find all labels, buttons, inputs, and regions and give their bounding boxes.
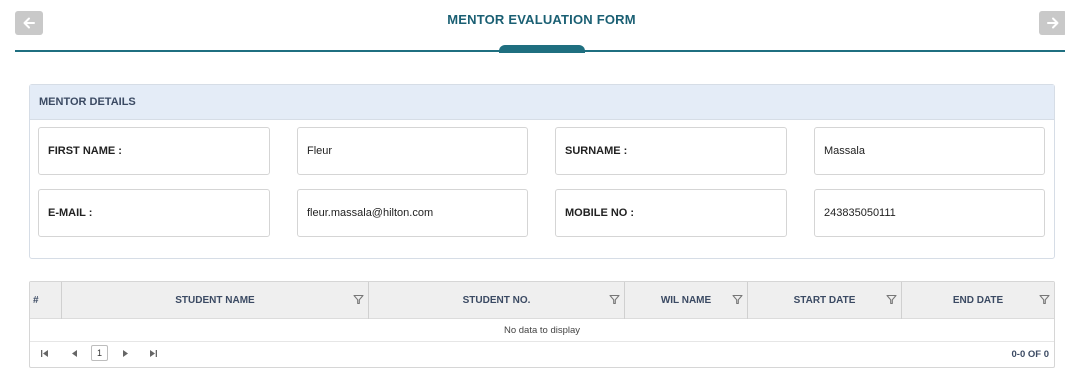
surname-label-box: SURNAME : [555, 127, 787, 175]
filter-icon[interactable] [1039, 294, 1050, 305]
column-header-student-no-label: STUDENT NO. [462, 295, 531, 306]
column-header-index[interactable]: # [30, 282, 62, 319]
pager: 1 0-0 OF 0 [30, 343, 1054, 367]
header-tab-indicator [499, 45, 585, 53]
filter-icon[interactable] [353, 294, 364, 305]
email-label-box: E-MAIL : [38, 189, 270, 237]
column-header-end-date-label: END DATE [952, 295, 1004, 306]
grid-header: # STUDENT NAME STUDENT NO. WIL NAME STAR… [30, 282, 1054, 319]
mobile-field[interactable]: 243835050111 [814, 189, 1045, 237]
next-button[interactable] [1039, 11, 1065, 35]
surname-label: SURNAME : [565, 145, 628, 157]
column-header-start-date-label: START DATE [793, 295, 856, 306]
surname-field[interactable]: Massala [814, 127, 1045, 175]
first-name-field[interactable]: Fleur [297, 127, 528, 175]
first-name-value: Fleur [307, 145, 333, 157]
column-header-index-label: # [33, 295, 39, 306]
email-field[interactable]: fleur.massala@hilton.com [297, 189, 528, 237]
filter-icon[interactable] [732, 294, 743, 305]
column-header-wil-name[interactable]: WIL NAME [625, 282, 748, 319]
next-page-icon[interactable] [121, 349, 130, 358]
surname-value: Massala [824, 145, 865, 157]
page-number-button[interactable]: 1 [91, 345, 108, 361]
column-header-start-date[interactable]: START DATE [748, 282, 902, 319]
first-name-label-box: FIRST NAME : [38, 127, 270, 175]
empty-state-text: No data to display [30, 319, 1054, 342]
mobile-label: MOBILE NO : [565, 207, 635, 219]
email-value: fleur.massala@hilton.com [307, 207, 434, 219]
last-page-icon[interactable] [149, 349, 158, 358]
previous-page-icon[interactable] [70, 349, 79, 358]
column-header-student-name-label: STUDENT NAME [175, 295, 255, 306]
email-label: E-MAIL : [48, 207, 93, 219]
mentor-details-title: MENTOR DETAILS [30, 85, 1054, 120]
first-name-label: FIRST NAME : [48, 145, 122, 157]
first-page-icon[interactable] [40, 349, 49, 358]
students-grid: # STUDENT NAME STUDENT NO. WIL NAME STAR… [29, 281, 1055, 368]
page-info: 0-0 OF 0 [1011, 349, 1050, 360]
mobile-value: 243835050111 [824, 207, 896, 219]
filter-icon[interactable] [609, 294, 620, 305]
column-header-student-name[interactable]: STUDENT NAME [62, 282, 369, 319]
arrow-right-icon [1047, 17, 1059, 29]
page-title: MENTOR EVALUATION FORM [447, 12, 636, 27]
column-header-wil-name-label: WIL NAME [660, 295, 712, 306]
column-header-student-no[interactable]: STUDENT NO. [369, 282, 625, 319]
mentor-details-panel: MENTOR DETAILS FIRST NAME : Fleur SURNAM… [29, 84, 1055, 259]
mobile-label-box: MOBILE NO : [555, 189, 787, 237]
column-header-end-date[interactable]: END DATE [902, 282, 1054, 319]
filter-icon[interactable] [886, 294, 897, 305]
